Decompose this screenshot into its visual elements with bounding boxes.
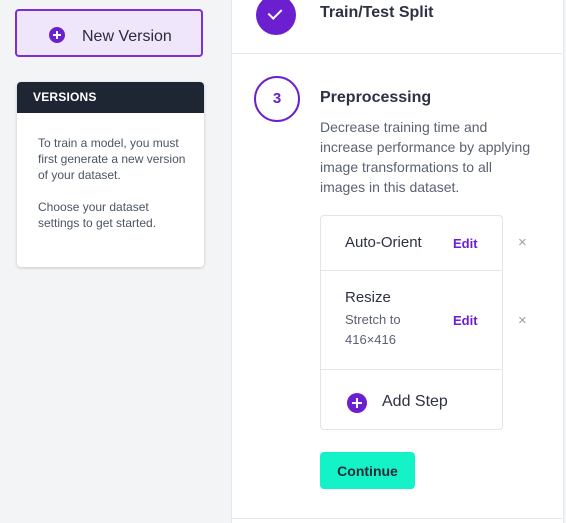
auto-orient-edit-link[interactable]: Edit [453,236,478,251]
auto-orient-label: Auto-Orient [345,234,422,251]
resize-remove-icon[interactable]: × [518,312,527,329]
step-description: Decrease training time and increase perf… [320,119,531,195]
step-title-preprocessing: Preprocessing [320,89,432,106]
bottom-divider [231,518,562,519]
versions-card: VERSIONS To train a model, you must firs… [17,82,204,267]
resize-label: Resize [345,289,391,306]
auto-orient-remove-icon[interactable]: × [518,234,527,251]
plus-circle-icon [49,27,65,43]
continue-button[interactable]: Continue [320,452,415,489]
add-step-button[interactable]: Add Step [382,393,448,411]
step-number-badge: 3 [254,76,300,122]
versions-header: VERSIONS [17,82,204,113]
add-step-icon[interactable] [347,393,367,413]
row-divider [321,369,502,370]
resize-edit-link[interactable]: Edit [453,313,478,328]
versions-text-train: To train a model, you must first generat… [38,136,186,182]
new-version-button[interactable]: New Version [15,9,203,57]
row-divider [321,270,502,271]
versions-text-settings: Choose your dataset settings to get star… [38,200,157,230]
new-version-label: New Version [82,28,172,45]
step-divider [231,53,562,54]
versions-body: To train a model, you must first generat… [17,113,204,231]
step-title-train-test-split: Train/Test Split [320,4,434,21]
resize-sublabel: Stretch to 416×416 [345,312,401,347]
